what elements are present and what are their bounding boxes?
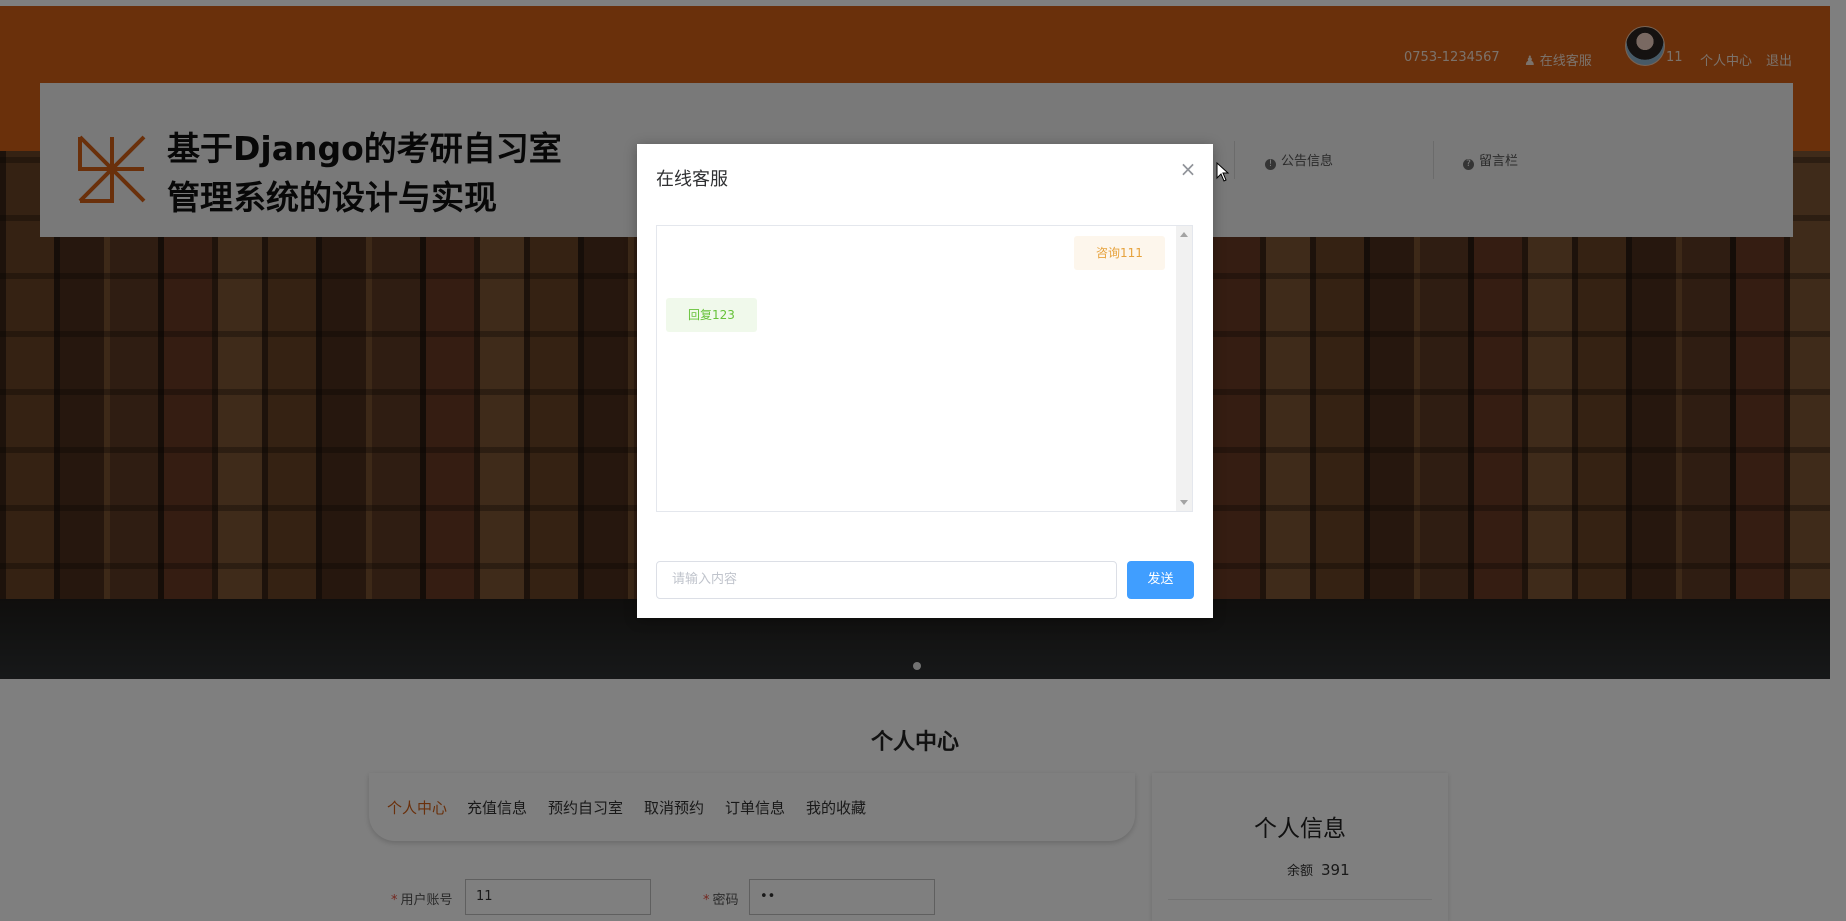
chat-message-reply: 回复123: [666, 298, 757, 332]
scroll-up-arrow-icon[interactable]: [1180, 232, 1188, 237]
mouse-cursor-icon: [1216, 162, 1230, 182]
chat-message-ask: 咨询111: [1074, 236, 1165, 270]
online-service-dialog: 在线客服 × 咨询111 回复123 请输入内容 发送: [637, 144, 1213, 618]
chat-scrollbar[interactable]: [1176, 226, 1192, 511]
chat-messages[interactable]: 咨询111 回复123: [656, 225, 1193, 512]
close-icon[interactable]: ×: [1178, 159, 1198, 179]
send-button[interactable]: 发送: [1127, 561, 1194, 599]
page: 0753-1234567 ♟ 在线客服 11 个人中心 退出 基于Django的…: [0, 0, 1846, 921]
chat-input[interactable]: 请输入内容: [656, 561, 1117, 599]
scroll-down-arrow-icon[interactable]: [1180, 500, 1188, 505]
dialog-title: 在线客服: [656, 169, 728, 190]
